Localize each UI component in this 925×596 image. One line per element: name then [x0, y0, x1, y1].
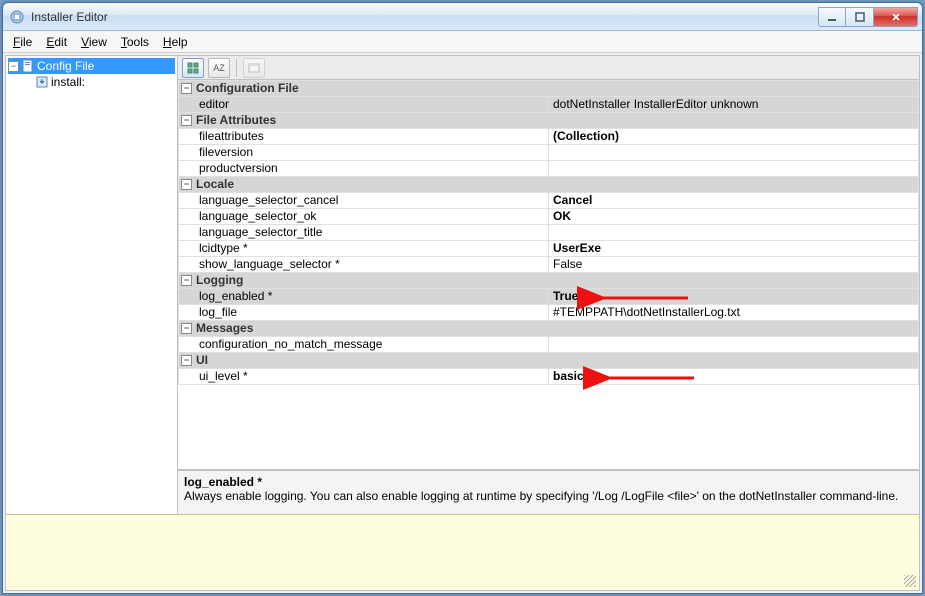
- categorized-button[interactable]: [182, 58, 204, 78]
- property-row[interactable]: fileattributes(Collection): [179, 129, 919, 145]
- help-panel: log_enabled * Always enable logging. You…: [178, 470, 919, 514]
- category-row[interactable]: −UI: [179, 353, 919, 369]
- collapse-icon[interactable]: −: [181, 323, 192, 334]
- collapse-icon[interactable]: −: [181, 115, 192, 126]
- tree-node-child[interactable]: install:: [8, 74, 175, 90]
- help-body: Always enable logging. You can also enab…: [184, 489, 913, 503]
- property-name[interactable]: language_selector_ok: [179, 209, 549, 225]
- close-button[interactable]: [874, 7, 918, 27]
- property-row[interactable]: log_enabled *True: [179, 289, 919, 305]
- property-name[interactable]: productversion: [179, 161, 549, 177]
- property-value[interactable]: #TEMPPATH\dotNetInstallerLog.txt: [549, 305, 919, 321]
- help-title: log_enabled *: [184, 475, 913, 489]
- property-row[interactable]: fileversion: [179, 145, 919, 161]
- category-row[interactable]: −Locale: [179, 177, 919, 193]
- property-row[interactable]: lcidtype *UserExe: [179, 241, 919, 257]
- menu-file[interactable]: File: [7, 33, 38, 51]
- property-value[interactable]: Cancel: [549, 193, 919, 209]
- property-row[interactable]: configuration_no_match_message: [179, 337, 919, 353]
- menu-view[interactable]: View: [75, 33, 113, 51]
- property-value[interactable]: [549, 161, 919, 177]
- property-value[interactable]: True: [549, 289, 919, 305]
- window-title: Installer Editor: [31, 10, 818, 24]
- resize-grip-icon[interactable]: [904, 575, 916, 587]
- property-row[interactable]: language_selector_title: [179, 225, 919, 241]
- property-row[interactable]: show_language_selector *False: [179, 257, 919, 273]
- property-name[interactable]: fileattributes: [179, 129, 549, 145]
- config-file-icon: [21, 59, 35, 73]
- property-name[interactable]: fileversion: [179, 145, 549, 161]
- collapse-icon[interactable]: −: [181, 355, 192, 366]
- client-area: − Config File install: AZ: [5, 55, 920, 591]
- property-row[interactable]: ui_level *basic: [179, 369, 919, 385]
- property-name[interactable]: language_selector_title: [179, 225, 549, 241]
- property-grid[interactable]: −Configuration FileeditordotNetInstaller…: [178, 80, 919, 470]
- property-row[interactable]: language_selector_okOK: [179, 209, 919, 225]
- splitter: − Config File install: AZ: [6, 56, 919, 514]
- property-name[interactable]: ui_level *: [179, 369, 549, 385]
- window: Installer Editor File Edit View Tools He…: [2, 2, 923, 594]
- category-row[interactable]: −Logging: [179, 273, 919, 289]
- toolbar-separator: [236, 59, 237, 77]
- tree-node-label: install:: [51, 74, 85, 90]
- status-panel: [6, 514, 919, 590]
- property-value[interactable]: [549, 337, 919, 353]
- property-name[interactable]: editor: [179, 97, 549, 113]
- property-name[interactable]: show_language_selector *: [179, 257, 549, 273]
- category-label: Locale: [196, 177, 234, 191]
- menu-tools[interactable]: Tools: [115, 33, 155, 51]
- tree-node-root[interactable]: − Config File: [8, 58, 175, 74]
- collapse-icon[interactable]: −: [181, 83, 192, 94]
- category-label: Logging: [196, 273, 243, 287]
- category-label: Configuration File: [196, 81, 299, 95]
- property-name[interactable]: log_enabled *: [179, 289, 549, 305]
- property-row[interactable]: productversion: [179, 161, 919, 177]
- property-name[interactable]: lcidtype *: [179, 241, 549, 257]
- window-controls: [818, 7, 918, 27]
- category-row[interactable]: −File Attributes: [179, 113, 919, 129]
- menu-help[interactable]: Help: [157, 33, 194, 51]
- category-label: Messages: [196, 321, 253, 335]
- collapse-icon[interactable]: −: [181, 179, 192, 190]
- property-value[interactable]: basic: [549, 369, 919, 385]
- titlebar[interactable]: Installer Editor: [3, 3, 922, 31]
- alphabetical-button[interactable]: AZ: [208, 58, 230, 78]
- maximize-button[interactable]: [846, 7, 874, 27]
- property-value[interactable]: OK: [549, 209, 919, 225]
- property-name[interactable]: configuration_no_match_message: [179, 337, 549, 353]
- property-value[interactable]: [549, 145, 919, 161]
- property-row[interactable]: editordotNetInstaller InstallerEditor un…: [179, 97, 919, 113]
- collapse-icon[interactable]: −: [181, 275, 192, 286]
- menu-edit[interactable]: Edit: [40, 33, 73, 51]
- property-value[interactable]: (Collection): [549, 129, 919, 145]
- minimize-button[interactable]: [818, 7, 846, 27]
- category-label: File Attributes: [196, 113, 276, 127]
- tree-collapse-icon[interactable]: −: [8, 61, 19, 72]
- property-value[interactable]: [549, 225, 919, 241]
- install-node-icon: [35, 75, 49, 89]
- property-name[interactable]: log_file: [179, 305, 549, 321]
- property-value[interactable]: False: [549, 257, 919, 273]
- category-label: UI: [196, 353, 208, 367]
- property-value[interactable]: dotNetInstaller InstallerEditor unknown: [549, 97, 919, 113]
- property-row[interactable]: language_selector_cancelCancel: [179, 193, 919, 209]
- property-value[interactable]: UserExe: [549, 241, 919, 257]
- category-row[interactable]: −Configuration File: [179, 81, 919, 97]
- property-toolbar: AZ: [178, 56, 919, 80]
- menubar: File Edit View Tools Help: [3, 31, 922, 53]
- tree-panel[interactable]: − Config File install:: [6, 56, 178, 514]
- property-pages-button[interactable]: [243, 58, 265, 78]
- category-row[interactable]: −Messages: [179, 321, 919, 337]
- property-row[interactable]: log_file#TEMPPATH\dotNetInstallerLog.txt: [179, 305, 919, 321]
- property-panel: AZ −Configuration FileeditordotNetInstal…: [178, 56, 919, 514]
- app-icon: [9, 9, 25, 25]
- property-name[interactable]: language_selector_cancel: [179, 193, 549, 209]
- tree-node-label: Config File: [37, 58, 94, 74]
